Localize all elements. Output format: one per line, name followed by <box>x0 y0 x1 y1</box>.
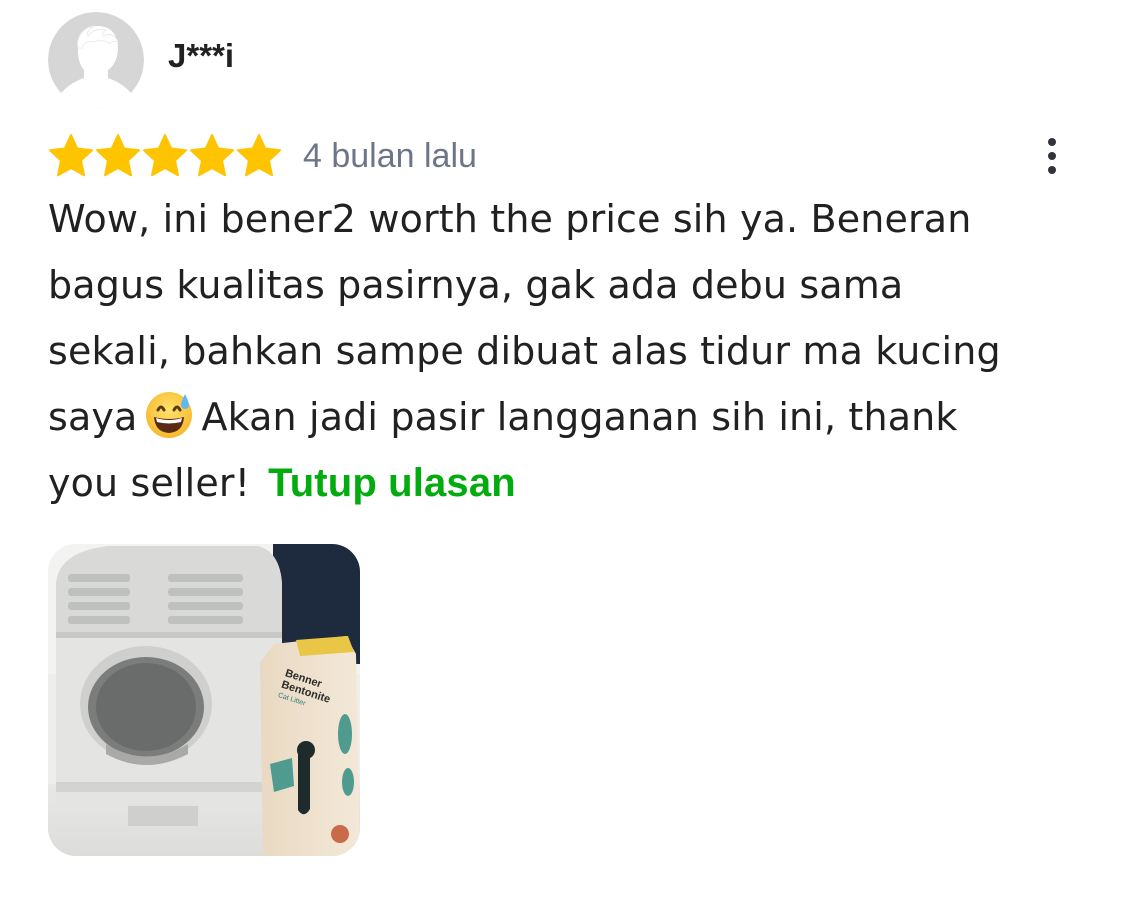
review-time: 4 bulan lalu <box>303 137 477 175</box>
review-line-segment: you seller! <box>48 461 251 505</box>
litter-box-photo: Benner Bentonite Cat Litter <box>48 544 360 856</box>
reviewer-avatar[interactable] <box>48 12 144 108</box>
star-icon <box>142 133 188 179</box>
star-icon <box>48 133 94 179</box>
review-line-segment: saya <box>48 395 138 439</box>
review-line-segment: Akan jadi pasir langganan sih ini, thank <box>201 395 958 439</box>
review-text: Wow, ini bener2 worth the price sih ya. … <box>48 186 1088 516</box>
review-line: you seller! Tutup ulasan <box>48 450 1088 516</box>
star-rating <box>48 133 283 179</box>
reviewer-name[interactable]: J***i <box>168 36 234 76</box>
review-line: sekali, bahkan sampe dibuat alas tidur m… <box>48 329 1001 373</box>
more-vertical-icon <box>1048 138 1056 174</box>
review-line: saya Akan jadi pasir langganan sih ini, … <box>48 384 1088 450</box>
star-icon <box>189 133 235 179</box>
grinning-face-with-sweat-emoji-icon <box>143 388 195 440</box>
star-icon <box>95 133 141 179</box>
default-user-avatar-icon <box>48 12 144 108</box>
collapse-review-link[interactable]: Tutup ulasan <box>268 461 516 505</box>
review-line: Wow, ini bener2 worth the price sih ya. … <box>48 197 972 241</box>
more-options-button[interactable] <box>1032 132 1072 180</box>
star-icon <box>236 133 282 179</box>
rating-row: 4 bulan lalu <box>48 132 477 180</box>
review-line: bagus kualitas pasirnya, gak ada debu sa… <box>48 263 904 307</box>
review-photo-thumbnail[interactable]: Benner Bentonite Cat Litter <box>48 544 360 856</box>
